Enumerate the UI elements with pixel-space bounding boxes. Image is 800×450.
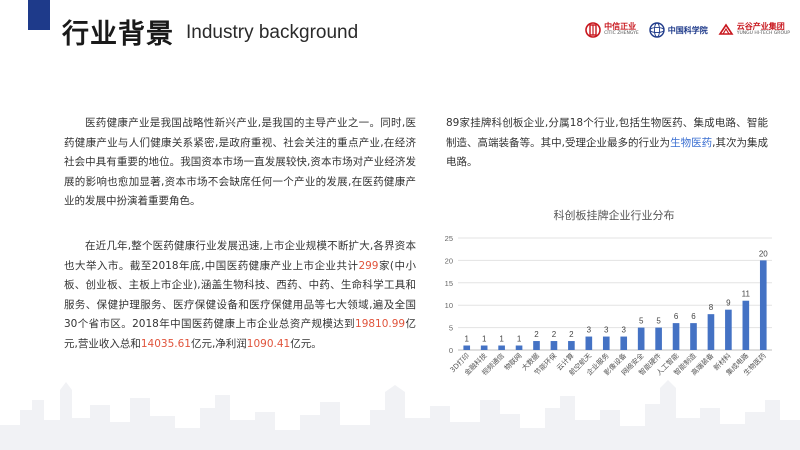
data-label: 6: [691, 312, 696, 321]
highlight-biomedicine: 生物医药: [670, 136, 713, 149]
bar: [655, 327, 662, 350]
logo-name: 中国科学院: [667, 25, 708, 35]
data-label: 5: [639, 317, 644, 326]
y-tick-label: 20: [445, 256, 453, 265]
data-label: 1: [464, 335, 469, 344]
page-title-english: Industry background: [186, 22, 359, 43]
bar: [672, 323, 680, 350]
data-label: 8: [709, 303, 714, 312]
y-tick-label: 15: [445, 279, 453, 288]
bar: [480, 345, 488, 350]
data-label: 5: [656, 317, 661, 326]
bar: [725, 309, 732, 350]
industry-distribution-chart: 科创板挂牌企业行业分布051015202513D打印1金融科技1视频通信1物联网…: [445, 208, 772, 377]
yungu-logo-icon: [718, 23, 734, 35]
data-label: 1: [482, 335, 487, 344]
chart-title: 科创板挂牌企业行业分布: [554, 208, 675, 222]
data-label: 11: [742, 290, 751, 299]
y-tick-label: 0: [449, 346, 453, 355]
y-tick-label: 25: [445, 234, 453, 243]
bar: [568, 341, 575, 350]
data-label: 2: [569, 330, 574, 339]
highlight-total-assets: 19810.99: [355, 318, 406, 330]
bar: [585, 336, 593, 350]
bar: [759, 260, 767, 350]
text-segment: 亿元,净利润: [190, 337, 247, 350]
highlight-revenue: 14035.61: [140, 337, 191, 350]
data-label: 3: [587, 326, 592, 335]
bar: [742, 300, 750, 350]
logo-subtitle: CITIC ZHENGYE: [604, 31, 639, 37]
slide: 行业背景 Industry background 中信正业 CITIC ZHEN…: [0, 0, 800, 450]
bar: [515, 345, 523, 350]
x-tick-label: 物联网: [502, 351, 523, 372]
cas-logo-icon: [649, 22, 665, 38]
data-label: 3: [621, 326, 626, 335]
paragraph-star-market: 89家挂牌科创板企业,分属18个行业,包括生物医药、集成电路、智能制造、高端装备…: [446, 114, 768, 173]
logo-bar: 中信正业 CITIC ZHENGYE 中国科学院 云谷产业集团 YUNGU HI…: [585, 22, 790, 38]
bar: [498, 345, 505, 350]
bar: [533, 341, 540, 350]
bar: [463, 345, 471, 350]
bar: [620, 336, 628, 350]
data-label: 2: [552, 330, 557, 339]
bar: [707, 314, 715, 350]
logo-cas: 中国科学院: [649, 22, 708, 38]
highlight-company-count: 299: [358, 259, 379, 272]
bar: [602, 336, 610, 350]
data-label: 3: [604, 326, 609, 335]
data-label: 6: [674, 312, 679, 321]
bar: [550, 341, 558, 350]
y-tick-label: 5: [449, 324, 453, 333]
y-tick-label: 10: [445, 301, 453, 310]
text-segment: 亿元。: [290, 337, 322, 350]
paragraph-industry-overview: 医药健康产业是我国战略性新兴产业,是我国的主导产业之一。同时,医药健康产业与人们…: [64, 117, 416, 207]
bar: [690, 323, 697, 350]
logo-citic-zhengye: 中信正业 CITIC ZHENGYE: [585, 22, 639, 38]
highlight-net-profit: 1090.41: [246, 337, 291, 350]
logo-subtitle: YUNGU HI-TECH GROUP: [736, 31, 790, 37]
data-label: 1: [517, 335, 522, 344]
data-label: 1: [499, 335, 504, 344]
citic-logo-icon: [585, 22, 601, 38]
title-accent-block: [28, 0, 50, 30]
data-label: 2: [534, 330, 539, 339]
bar: [637, 327, 645, 350]
data-label: 9: [726, 299, 731, 308]
page-title: 行业背景: [62, 19, 174, 50]
data-label: 20: [759, 249, 768, 258]
paragraph-market-stats: 在近几年,整个医药健康行业发展迅速,上市企业规模不断扩大,各界资本也大举入市。截…: [64, 237, 416, 354]
logo-yungu: 云谷产业集团 YUNGU HI-TECH GROUP: [718, 22, 790, 38]
